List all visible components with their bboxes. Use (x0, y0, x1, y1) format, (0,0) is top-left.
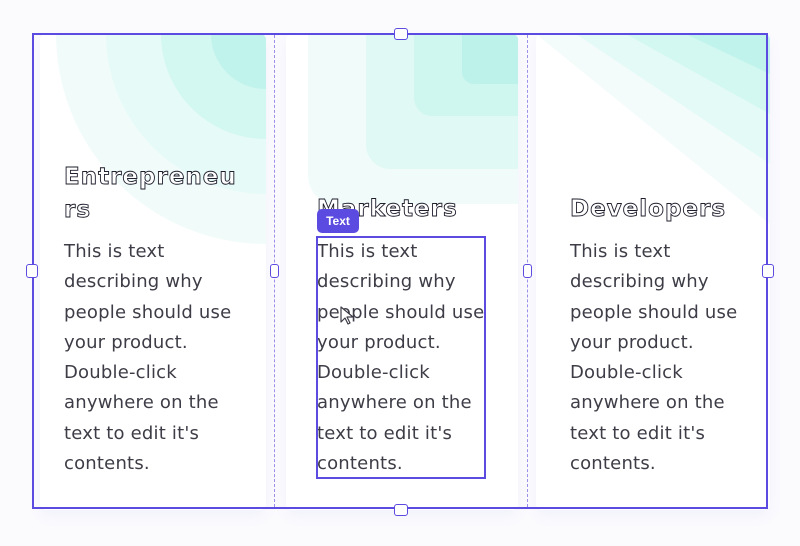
editor-canvas[interactable]: Entrepreneurs This is text describing wh… (0, 0, 800, 546)
resize-handle-right[interactable] (762, 264, 774, 278)
resize-handle-bottom[interactable] (394, 504, 408, 516)
resize-handle-left[interactable] (26, 264, 38, 278)
pointer-cursor-icon (340, 306, 354, 325)
resize-handle-top[interactable] (394, 28, 408, 40)
column-resize-handle[interactable] (523, 264, 532, 278)
element-type-tag: Text (317, 209, 359, 233)
text-selection-frame (316, 236, 486, 479)
column-resize-handle[interactable] (270, 264, 279, 278)
